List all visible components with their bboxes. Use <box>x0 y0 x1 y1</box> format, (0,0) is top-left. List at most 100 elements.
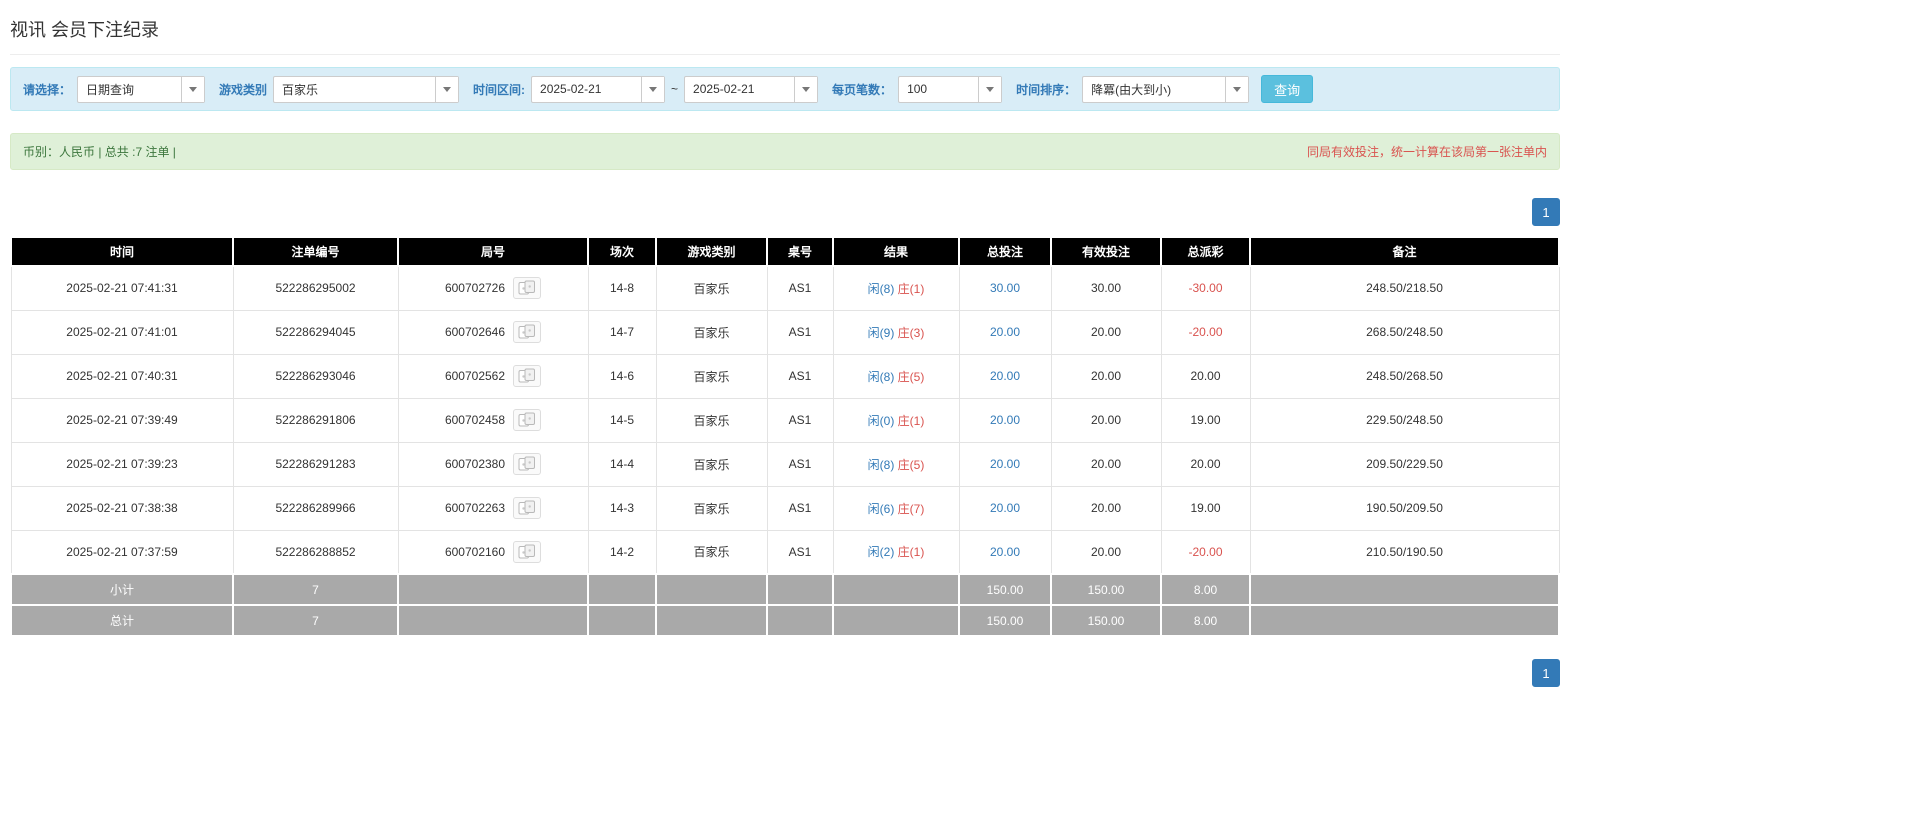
cell-note: 268.50/248.50 <box>1249 309 1560 355</box>
subtotal-empty <box>397 573 589 606</box>
cell-result: 闲(0) 庄(1) <box>832 397 960 443</box>
cards-icon <box>518 368 536 383</box>
cell-time: 2025-02-21 07:41:01 <box>10 309 234 355</box>
date-from-select[interactable]: 2025-02-21 <box>531 75 666 103</box>
cell-result: 闲(2) 庄(1) <box>832 529 960 575</box>
filter-bar: 请选择： 日期查询 游戏类别 百家乐 时间区间: 2025-02-21 ~ 20… <box>10 67 1560 111</box>
subtotal-empty <box>766 573 834 606</box>
payout-value: -30.00 <box>1188 281 1223 296</box>
cell-valid-bet: 20.00 <box>1050 309 1162 355</box>
search-button[interactable]: 查询 <box>1261 75 1314 103</box>
view-cards-button[interactable] <box>513 321 542 343</box>
cell-payout: 20.00 <box>1160 441 1251 487</box>
cell-session: 14-3 <box>587 485 657 531</box>
cell-valid-bet: 20.00 <box>1050 397 1162 443</box>
total-bet-link[interactable]: 20.00 <box>990 545 1020 559</box>
cell-valid-bet: 20.00 <box>1050 529 1162 575</box>
cell-bet-id: 522286291806 <box>232 397 399 443</box>
cell-note: 248.50/268.50 <box>1249 353 1560 399</box>
result-banker: 庄(3) <box>897 325 925 340</box>
result-banker: 庄(1) <box>897 413 925 428</box>
cell-session: 14-7 <box>587 309 657 355</box>
cards-icon <box>518 456 536 471</box>
total-payout: 8.00 <box>1160 604 1251 637</box>
cards-icon <box>518 324 536 339</box>
cell-round-id: 600702160 <box>397 529 589 575</box>
page-size-select[interactable]: 100 <box>898 75 1003 103</box>
date-from-value: 2025-02-21 <box>540 82 602 96</box>
total-bet-link[interactable]: 20.00 <box>990 413 1020 427</box>
cell-table-id: AS1 <box>766 353 834 399</box>
view-cards-button[interactable] <box>513 453 542 475</box>
cell-result: 闲(9) 庄(3) <box>832 309 960 355</box>
cell-game-type: 百家乐 <box>655 309 768 355</box>
payout-value: 19.00 <box>1190 501 1221 515</box>
chevron-down-icon <box>181 76 205 102</box>
subtotal-row: 小计 7 150.00 150.00 8.00 <box>10 573 1560 606</box>
sort-label: 时间排序： <box>1016 82 1077 97</box>
date-to-select[interactable]: 2025-02-21 <box>684 75 819 103</box>
total-empty <box>766 604 834 637</box>
total-total-bet: 150.00 <box>958 604 1052 637</box>
choose-label: 请选择： <box>23 82 72 97</box>
summary-notice: 同局有效投注，统一计算在该局第一张注单内 <box>1306 145 1547 159</box>
sort-value: 降冪(由大到小) <box>1091 82 1172 97</box>
cell-table-id: AS1 <box>766 265 834 311</box>
result-player: 闲(0) <box>867 413 895 428</box>
header-game-type: 游戏类别 <box>655 236 768 267</box>
subtotal-count: 7 <box>232 573 399 606</box>
cell-table-id: AS1 <box>766 485 834 531</box>
subtotal-valid-bet: 150.00 <box>1050 573 1162 606</box>
subtotal-payout: 8.00 <box>1160 573 1251 606</box>
view-cards-button[interactable] <box>513 540 542 563</box>
payout-value: 20.00 <box>1190 457 1221 471</box>
cell-round-id: 600702263 <box>397 485 589 531</box>
date-range-separator: ~ <box>671 82 679 96</box>
cell-note: 209.50/229.50 <box>1249 441 1560 487</box>
page-button[interactable]: 1 <box>1532 198 1560 226</box>
cell-round-id: 600702646 <box>397 309 589 355</box>
game-type-select[interactable]: 百家乐 <box>273 75 460 103</box>
cell-total-bet: 30.00 <box>958 265 1052 311</box>
result-banker: 庄(5) <box>897 369 925 384</box>
result-player: 闲(8) <box>867 457 895 472</box>
result-banker: 庄(5) <box>897 457 925 472</box>
payout-value: 19.00 <box>1190 413 1221 427</box>
chevron-down-icon <box>435 76 459 102</box>
cell-round-id: 600702562 <box>397 353 589 399</box>
header-total-bet: 总投注 <box>958 236 1052 267</box>
query-type-value: 日期查询 <box>86 82 135 97</box>
header-table-id: 桌号 <box>766 236 834 267</box>
view-cards-button[interactable] <box>513 365 542 387</box>
cell-game-type: 百家乐 <box>655 485 768 531</box>
page-size-value: 100 <box>907 82 928 96</box>
view-cards-button[interactable] <box>513 277 542 300</box>
cell-total-bet: 20.00 <box>958 441 1052 487</box>
query-type-select[interactable]: 日期查询 <box>77 75 206 103</box>
chevron-down-icon <box>794 76 818 102</box>
total-bet-link[interactable]: 30.00 <box>990 281 1020 295</box>
total-bet-link[interactable]: 20.00 <box>990 457 1020 471</box>
cell-round-id: 600702726 <box>397 265 589 311</box>
page-button[interactable]: 1 <box>1532 659 1560 687</box>
cell-session: 14-6 <box>587 353 657 399</box>
chevron-down-icon <box>978 76 1002 102</box>
result-player: 闲(2) <box>867 545 895 560</box>
cell-note: 210.50/190.50 <box>1249 529 1560 575</box>
cell-note: 229.50/248.50 <box>1249 397 1560 443</box>
result-player: 闲(8) <box>867 281 895 296</box>
table-row: 2025-02-21 07:39:49 522286291806 600702458… <box>10 397 1560 443</box>
sort-select[interactable]: 降冪(由大到小) <box>1082 75 1250 103</box>
total-bet-link[interactable]: 20.00 <box>990 325 1020 339</box>
total-bet-link[interactable]: 20.00 <box>990 501 1020 515</box>
subtotal-empty <box>1249 573 1560 606</box>
payout-value: 20.00 <box>1190 369 1221 383</box>
view-cards-button[interactable] <box>513 409 542 431</box>
result-player: 闲(8) <box>867 369 895 384</box>
total-bet-link[interactable]: 20.00 <box>990 369 1020 383</box>
cell-valid-bet: 20.00 <box>1050 353 1162 399</box>
result-player: 闲(6) <box>867 501 895 516</box>
header-round-id: 局号 <box>397 236 589 267</box>
cell-bet-id: 522286289966 <box>232 485 399 531</box>
view-cards-button[interactable] <box>513 497 542 519</box>
